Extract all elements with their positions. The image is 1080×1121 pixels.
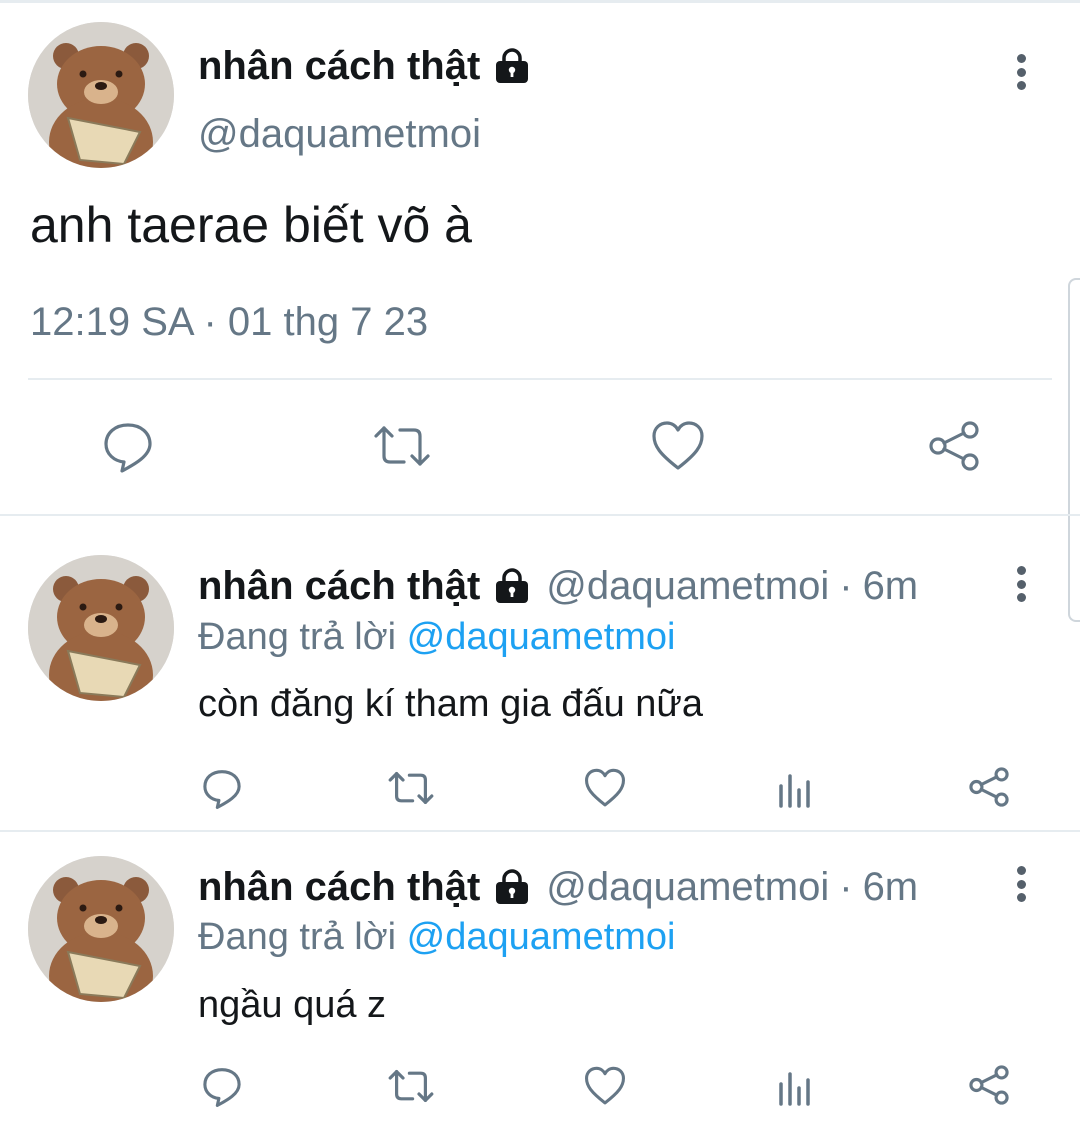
share-icon[interactable] — [966, 1062, 1012, 1108]
lock-icon — [496, 568, 529, 603]
mention-link[interactable]: @daquametmoi — [407, 916, 676, 958]
analytics-icon[interactable] — [776, 1064, 816, 1108]
retweet-icon[interactable] — [386, 1064, 436, 1108]
replying-prefix: Đang trả lời — [198, 616, 397, 658]
reply-text: còn đăng kí tham gia đấu nữa — [198, 683, 704, 725]
replying-to: Đang trả lời @daquametmoi — [198, 614, 676, 660]
tweet-text: anh taerae biết võ à — [30, 197, 472, 253]
section-divider — [0, 830, 1080, 832]
lock-icon — [496, 48, 529, 83]
avatar[interactable] — [28, 555, 174, 701]
avatar[interactable] — [28, 22, 174, 168]
reply-text: ngầu quá z — [198, 984, 387, 1026]
handle[interactable]: @daquametmoi — [546, 562, 829, 610]
scrollbar-thumb[interactable] — [1068, 278, 1080, 622]
reply-header: nhân cách thật @daquametmoi · 6m — [198, 562, 918, 610]
more-options-icon[interactable] — [1015, 566, 1027, 602]
share-icon[interactable] — [926, 418, 982, 474]
replying-to: Đang trả lời @daquametmoi — [198, 914, 676, 960]
reply-time[interactable]: 6m — [863, 562, 919, 610]
like-icon[interactable] — [582, 1064, 628, 1108]
more-options-icon[interactable] — [1015, 54, 1027, 90]
top-divider — [0, 0, 1080, 3]
replying-prefix: Đang trả lời — [198, 916, 397, 958]
lock-icon — [496, 869, 529, 904]
reply-icon[interactable] — [100, 418, 156, 474]
handle[interactable]: @daquametmoi — [546, 863, 829, 911]
share-icon[interactable] — [966, 764, 1012, 810]
divider — [28, 378, 1052, 380]
separator: · — [839, 564, 853, 608]
mention-link[interactable]: @daquametmoi — [407, 616, 676, 658]
bear-avatar-image — [28, 856, 174, 1002]
bear-avatar-image — [28, 22, 174, 168]
section-divider — [0, 514, 1080, 516]
like-icon[interactable] — [582, 766, 628, 810]
handle[interactable]: @daquametmoi — [198, 110, 481, 158]
analytics-icon[interactable] — [776, 766, 816, 810]
more-options-icon[interactable] — [1015, 866, 1027, 902]
retweet-icon[interactable] — [372, 418, 432, 474]
display-name[interactable]: nhân cách thật — [198, 42, 532, 90]
reply-icon[interactable] — [200, 1064, 244, 1108]
display-name-text: nhân cách thật — [198, 44, 481, 88]
separator: · — [839, 865, 853, 909]
reply-header: nhân cách thật @daquametmoi · 6m — [198, 863, 918, 911]
display-name[interactable]: nhân cách thật — [198, 562, 480, 610]
retweet-icon[interactable] — [386, 766, 436, 810]
display-name[interactable]: nhân cách thật — [198, 863, 480, 911]
reply-time[interactable]: 6m — [863, 863, 919, 911]
like-icon[interactable] — [650, 418, 706, 474]
reply-icon[interactable] — [200, 766, 244, 810]
avatar[interactable] — [28, 856, 174, 1002]
tweet-timestamp[interactable]: 12:19 SA · 01 thg 7 23 — [30, 298, 428, 346]
bear-avatar-image — [28, 555, 174, 701]
